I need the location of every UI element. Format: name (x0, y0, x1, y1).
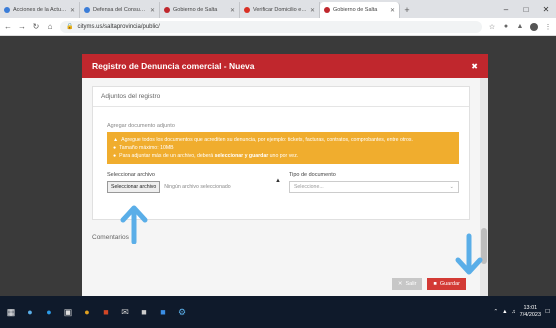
tab-close-icon[interactable]: ✕ (310, 7, 315, 14)
tab-label: Defensa del Consumidor Digit (93, 7, 147, 13)
close-icon[interactable]: ✖ (471, 62, 478, 71)
tab-close-icon[interactable]: ✕ (70, 7, 75, 14)
modal-header: Registro de Denuncia comercial - Nueva ✖ (82, 54, 488, 78)
browser-tab-bar: Acciones de la Actuación✕Defensa del Con… (0, 0, 556, 18)
modal-dialog: Registro de Denuncia comercial - Nueva ✖… (82, 54, 488, 296)
modal-title: Registro de Denuncia comercial - Nueva (92, 61, 255, 71)
doc-type-field: Tipo de documento Seleccione... ⌄ (288, 172, 459, 194)
modal-body: Adjuntos del registro Agregar documento … (82, 78, 480, 296)
tab-label: Gobierno de Salta (173, 7, 218, 13)
clock-date: 7/4/2023 (519, 312, 542, 318)
multi-file-text: Para adjuntar más de un archivo, deberá … (119, 153, 299, 160)
browser-tab[interactable]: Gobierno de Salta ✕ (160, 2, 240, 18)
annotation-arrow-icon (455, 233, 483, 275)
tab-close-icon[interactable]: ✕ (390, 7, 395, 14)
doc-type-value: Seleccione... (293, 184, 324, 191)
section-title: Adjuntos del registro (93, 87, 469, 107)
choose-file-button[interactable]: Seleccionar archivo (107, 181, 161, 194)
required-marker-icon: ▲ (275, 178, 281, 185)
tab-favicon-icon (4, 7, 10, 13)
browser-tab[interactable]: Defensa del Consumidor Digit✕ (80, 2, 160, 18)
forward-icon[interactable]: → (18, 22, 26, 31)
browser-tab[interactable]: Verificar Domicilio electrónico✕ (240, 2, 320, 18)
attachments-form: Agregar documento adjunto ▲ Agregue todo… (93, 107, 469, 219)
doc-type-select[interactable]: Seleccione... ⌄ (288, 181, 459, 194)
menu-icon[interactable]: ⋮ (544, 23, 552, 31)
new-tab-button[interactable]: + (400, 2, 414, 18)
address-bar[interactable]: 🔒 cityms.us/saltaprovincia/public/ (60, 20, 482, 33)
browser-tab[interactable]: Gobierno de Salta ✕ (320, 2, 400, 18)
maximize-icon[interactable]: □ (516, 0, 536, 18)
file-field: Seleccionar archivo Seleccionar archivo … (107, 172, 267, 194)
doc-type-label: Tipo de documento (288, 172, 336, 179)
attachments-section: Adjuntos del registro Agregar documento … (92, 86, 470, 221)
warning-icon: ▲ (113, 137, 119, 143)
attachment-fields: Seleccionar archivo Seleccionar archivo … (107, 172, 459, 194)
windows-start-icon[interactable]: ▦ (6, 307, 16, 317)
page-viewport: Registro de Denuncia comercial - Nueva ✖… (0, 36, 556, 296)
file-input[interactable]: Seleccionar archivo Ningún archivo selec… (107, 181, 267, 194)
exit-icon: ✕ (397, 281, 403, 287)
minimize-icon[interactable]: – (496, 0, 516, 18)
network-icon[interactable]: ▲ (502, 309, 507, 315)
tab-favicon-icon (244, 7, 250, 13)
clock[interactable]: 13:01 7/4/2023 (520, 305, 541, 318)
url-text: cityms.us/saltaprovincia/public/ (77, 23, 160, 30)
save-button[interactable]: ■ Guardar (427, 278, 466, 290)
profile-avatar[interactable] (530, 22, 538, 31)
tab-favicon-icon (324, 7, 330, 13)
photos-icon[interactable]: ■ (158, 307, 168, 317)
home-icon[interactable]: ⌂ (46, 22, 54, 31)
system-tray: ⌃ ▲ ♫ 13:01 7/4/2023 ☐ (493, 305, 550, 318)
reload-icon[interactable]: ↻ (32, 22, 40, 31)
save-icon: ■ (433, 281, 437, 287)
clock-time: 13:01 (523, 305, 538, 312)
browser-toolbar: ← → ↻ ⌂ 🔒 cityms.us/saltaprovincia/publi… (0, 18, 556, 36)
modal-footer: ✕ Salir ■ Guardar (391, 278, 466, 290)
edge-icon[interactable]: ● (44, 307, 54, 317)
bullet-icon: ● (113, 153, 117, 160)
settings-icon[interactable]: ⚙ (177, 307, 187, 317)
tab-favicon-icon (164, 7, 170, 13)
tab-close-icon[interactable]: ✕ (150, 7, 155, 14)
tab-close-icon[interactable]: ✕ (230, 7, 235, 14)
chevron-up-icon[interactable]: ⌃ (493, 309, 498, 315)
tab-label: Acciones de la Actuación (13, 7, 67, 13)
max-size-text: Tamaño máximo: 10MB (119, 145, 174, 152)
volume-icon[interactable]: ♫ (512, 309, 516, 315)
tab-label: Gobierno de Salta (333, 7, 378, 13)
add-attachment-label: Agregar documento adjunto (107, 123, 175, 129)
search-icon[interactable]: ● (25, 307, 35, 317)
bullet-icon: ● (113, 145, 117, 152)
exit-label: Salir (405, 281, 417, 287)
taskbar: ▦ ● ● ▣ ● ■ ✉ ■ ■ ⚙ ⌃ ▲ ♫ 13:01 7/4/2023… (0, 296, 556, 328)
chrome-icon[interactable]: ● (82, 307, 92, 317)
taskbar-apps: ▦ ● ● ▣ ● ■ ✉ ■ ■ ⚙ (6, 307, 187, 318)
chevron-down-icon: ⌄ (449, 184, 454, 191)
extension-icon[interactable]: ● (502, 23, 510, 31)
close-window-icon[interactable]: ✕ (536, 0, 556, 18)
window-controls: – □ ✕ (496, 0, 556, 18)
office-icon[interactable]: ■ (101, 307, 111, 317)
warning-text: Agregue todos los documentos que acredit… (121, 137, 413, 143)
store-icon[interactable]: ▣ (63, 307, 73, 317)
extensions-area: ☆ ● ▲ ⋮ (488, 22, 552, 31)
explorer-icon[interactable]: ■ (139, 307, 149, 317)
warning-box: ▲ Agregue todos los documentos que acred… (107, 132, 459, 165)
browser-tab[interactable]: Acciones de la Actuación✕ (0, 2, 80, 18)
save-label: Guardar (439, 281, 460, 287)
tab-favicon-icon (84, 7, 90, 13)
screen: Acciones de la Actuación✕Defensa del Con… (0, 0, 556, 328)
file-field-label: Seleccionar archivo (107, 172, 155, 179)
file-status: Ningún archivo seleccionado (164, 184, 231, 191)
tab-label: Verificar Domicilio electrónico (253, 7, 307, 13)
star-icon[interactable]: ☆ (488, 23, 496, 31)
puzzle-icon[interactable]: ▲ (516, 23, 524, 31)
exit-button[interactable]: ✕ Salir (391, 278, 423, 290)
back-icon[interactable]: ← (4, 22, 12, 31)
notifications-icon[interactable]: ☐ (545, 309, 550, 315)
annotation-arrow-icon (120, 205, 148, 244)
mail-icon[interactable]: ✉ (120, 307, 130, 317)
lock-icon: 🔒 (66, 24, 74, 30)
